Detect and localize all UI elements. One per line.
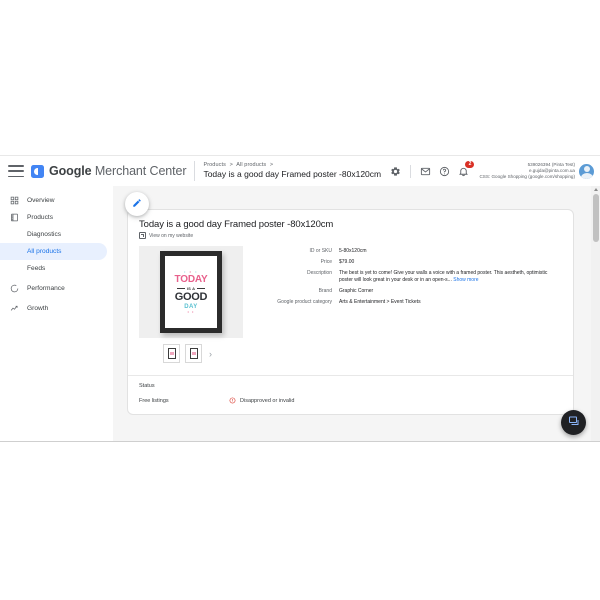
thumbnail-1[interactable] xyxy=(163,344,180,363)
status-section: Status Free listings Disapproved or inva… xyxy=(128,376,573,414)
page-title: Today is a good day Framed poster -80x12… xyxy=(203,168,382,179)
attribute-label: ID or SKU xyxy=(309,248,332,254)
attribute-row-google-product-category: Google product category Arts & Entertain… xyxy=(254,299,562,306)
header-divider xyxy=(194,161,196,181)
chat-feedback-button[interactable] xyxy=(561,410,586,435)
sidebar-label-performance: Performance xyxy=(27,285,65,292)
screenshot-root: Google Merchant Center Products > All pr… xyxy=(0,0,600,600)
sidebar-label-feeds: Feeds xyxy=(27,265,46,272)
content-area: Today is a good day Framed poster -80x12… xyxy=(113,186,600,441)
sidebar-label-overview: Overview xyxy=(27,197,55,204)
status-heading: Status xyxy=(139,383,155,389)
attribute-row-price: Price $79.00 xyxy=(254,259,562,266)
attribute-value: $79.00 xyxy=(339,259,355,265)
view-on-website-link[interactable]: View on my website xyxy=(139,232,562,239)
attribute-value: Arts & Entertainment > Event Tickets xyxy=(339,299,421,305)
attribute-row-id-or-sku: ID or SKU 5-80x120cm xyxy=(254,248,562,255)
growth-icon xyxy=(9,303,20,314)
notification-badge: 2 xyxy=(465,160,475,168)
attribute-row-brand: Brand Graphic Corner xyxy=(254,288,562,295)
sidebar-item-products[interactable]: Products xyxy=(0,209,107,226)
scrollbar-thumb[interactable] xyxy=(592,194,599,242)
thumbnail-2[interactable] xyxy=(185,344,202,363)
sidebar: Overview Products Diagnostics All produc… xyxy=(0,186,113,441)
chat-feedback-icon xyxy=(568,414,580,432)
poster-frame: • • • TODAY IS A GOOD DAY • • xyxy=(160,251,222,333)
attribute-label: Price xyxy=(320,259,332,265)
status-badge: Disapproved or invalid xyxy=(229,397,294,404)
mail-icon[interactable] xyxy=(416,162,435,181)
account-css: CSS: Google Shopping (google.com/shoppin… xyxy=(479,173,575,179)
image-thumbnails: › xyxy=(139,344,246,363)
product-detail-card: Today is a good day Framed poster -80x12… xyxy=(127,209,574,415)
help-icon[interactable] xyxy=(435,162,454,181)
attribute-label: Description xyxy=(306,270,332,276)
products-icon xyxy=(9,212,20,223)
poster-line-today: TODAY xyxy=(174,274,208,285)
breadcrumb-sep-2: > xyxy=(269,162,274,169)
scroll-up-arrow-icon[interactable] xyxy=(593,188,598,191)
sidebar-item-performance[interactable]: Performance xyxy=(0,280,107,297)
warning-icon xyxy=(229,397,236,404)
status-value: Disapproved or invalid xyxy=(240,397,295,404)
avatar[interactable] xyxy=(579,163,594,179)
sidebar-label-all-products: All products xyxy=(27,248,62,255)
breadcrumb-all-products[interactable]: All products xyxy=(236,162,266,168)
dashboard-icon xyxy=(9,195,20,206)
edit-product-button[interactable] xyxy=(125,192,149,216)
breadcrumb-sep: > xyxy=(229,162,233,169)
product-title: Today is a good day Framed poster -80x12… xyxy=(139,219,334,230)
breadcrumb-products[interactable]: Products xyxy=(203,162,226,168)
brand-rest: Merchant Center xyxy=(91,164,187,178)
gear-icon[interactable] xyxy=(386,162,405,181)
attribute-label: Google product category xyxy=(277,299,332,305)
attribute-value-description: The best is yet to come! Give your walls… xyxy=(339,270,562,284)
sidebar-item-feeds[interactable]: Feeds xyxy=(0,260,107,277)
bell-icon[interactable]: 2 xyxy=(454,160,475,181)
attribute-label: Brand xyxy=(318,288,332,294)
breadcrumb: Products > All products > Today is a goo… xyxy=(203,162,381,179)
description-text: The best is yet to come! Give your walls… xyxy=(339,270,548,283)
actions-divider xyxy=(410,164,412,178)
chevron-right-icon[interactable]: › xyxy=(207,349,212,359)
attribute-value: Graphic Corner xyxy=(339,288,374,294)
merchant-center-app: Google Merchant Center Products > All pr… xyxy=(0,155,600,442)
sidebar-item-all-products[interactable]: All products xyxy=(0,243,107,260)
product-image-section: • • • TODAY IS A GOOD DAY • • › xyxy=(139,246,246,363)
show-more-link[interactable]: Show more xyxy=(453,277,478,283)
product-image[interactable]: • • • TODAY IS A GOOD DAY • • xyxy=(139,246,243,338)
app-brand-title: Google Merchant Center xyxy=(49,164,187,178)
sidebar-label-products: Products xyxy=(27,214,54,221)
performance-icon xyxy=(9,283,20,294)
poster-artwork: • • • TODAY IS A GOOD DAY • • xyxy=(165,256,217,328)
brand-google: Google xyxy=(49,164,92,178)
attribute-row-description: Description The best is yet to come! Giv… xyxy=(254,270,562,284)
sidebar-item-overview[interactable]: Overview xyxy=(0,192,107,209)
product-attributes: ID or SKU 5-80x120cm Price $79.00 Descri… xyxy=(246,246,562,363)
view-on-website-label: View on my website xyxy=(149,232,194,239)
hamburger-menu-icon[interactable] xyxy=(8,165,24,177)
poster-bottom-dots: • • xyxy=(187,309,195,314)
app-top-bar: Google Merchant Center Products > All pr… xyxy=(0,156,600,187)
sidebar-label-growth: Growth xyxy=(27,305,49,312)
top-bar-actions: 2 539026394 (Pinta Test) e.gujda@pinta.c… xyxy=(386,160,600,181)
scrollbar-vertical[interactable] xyxy=(591,186,600,441)
sidebar-item-diagnostics[interactable]: Diagnostics xyxy=(0,226,107,243)
status-row-free-listings: Free listings Disapproved or invalid xyxy=(139,397,562,404)
pencil-edit-icon xyxy=(132,195,142,213)
app-body: Overview Products Diagnostics All produc… xyxy=(0,186,600,441)
status-key: Free listings xyxy=(139,397,169,404)
account-info: 539026394 (Pinta Test) e.gujda@pinta.com… xyxy=(479,162,575,179)
sidebar-item-growth[interactable]: Growth xyxy=(0,300,107,317)
sidebar-label-diagnostics: Diagnostics xyxy=(27,231,62,238)
poster-line-good: GOOD xyxy=(174,291,208,303)
external-link-icon xyxy=(139,232,146,239)
attribute-value: 5-80x120cm xyxy=(339,248,367,254)
merchant-center-logo-icon xyxy=(31,164,44,178)
